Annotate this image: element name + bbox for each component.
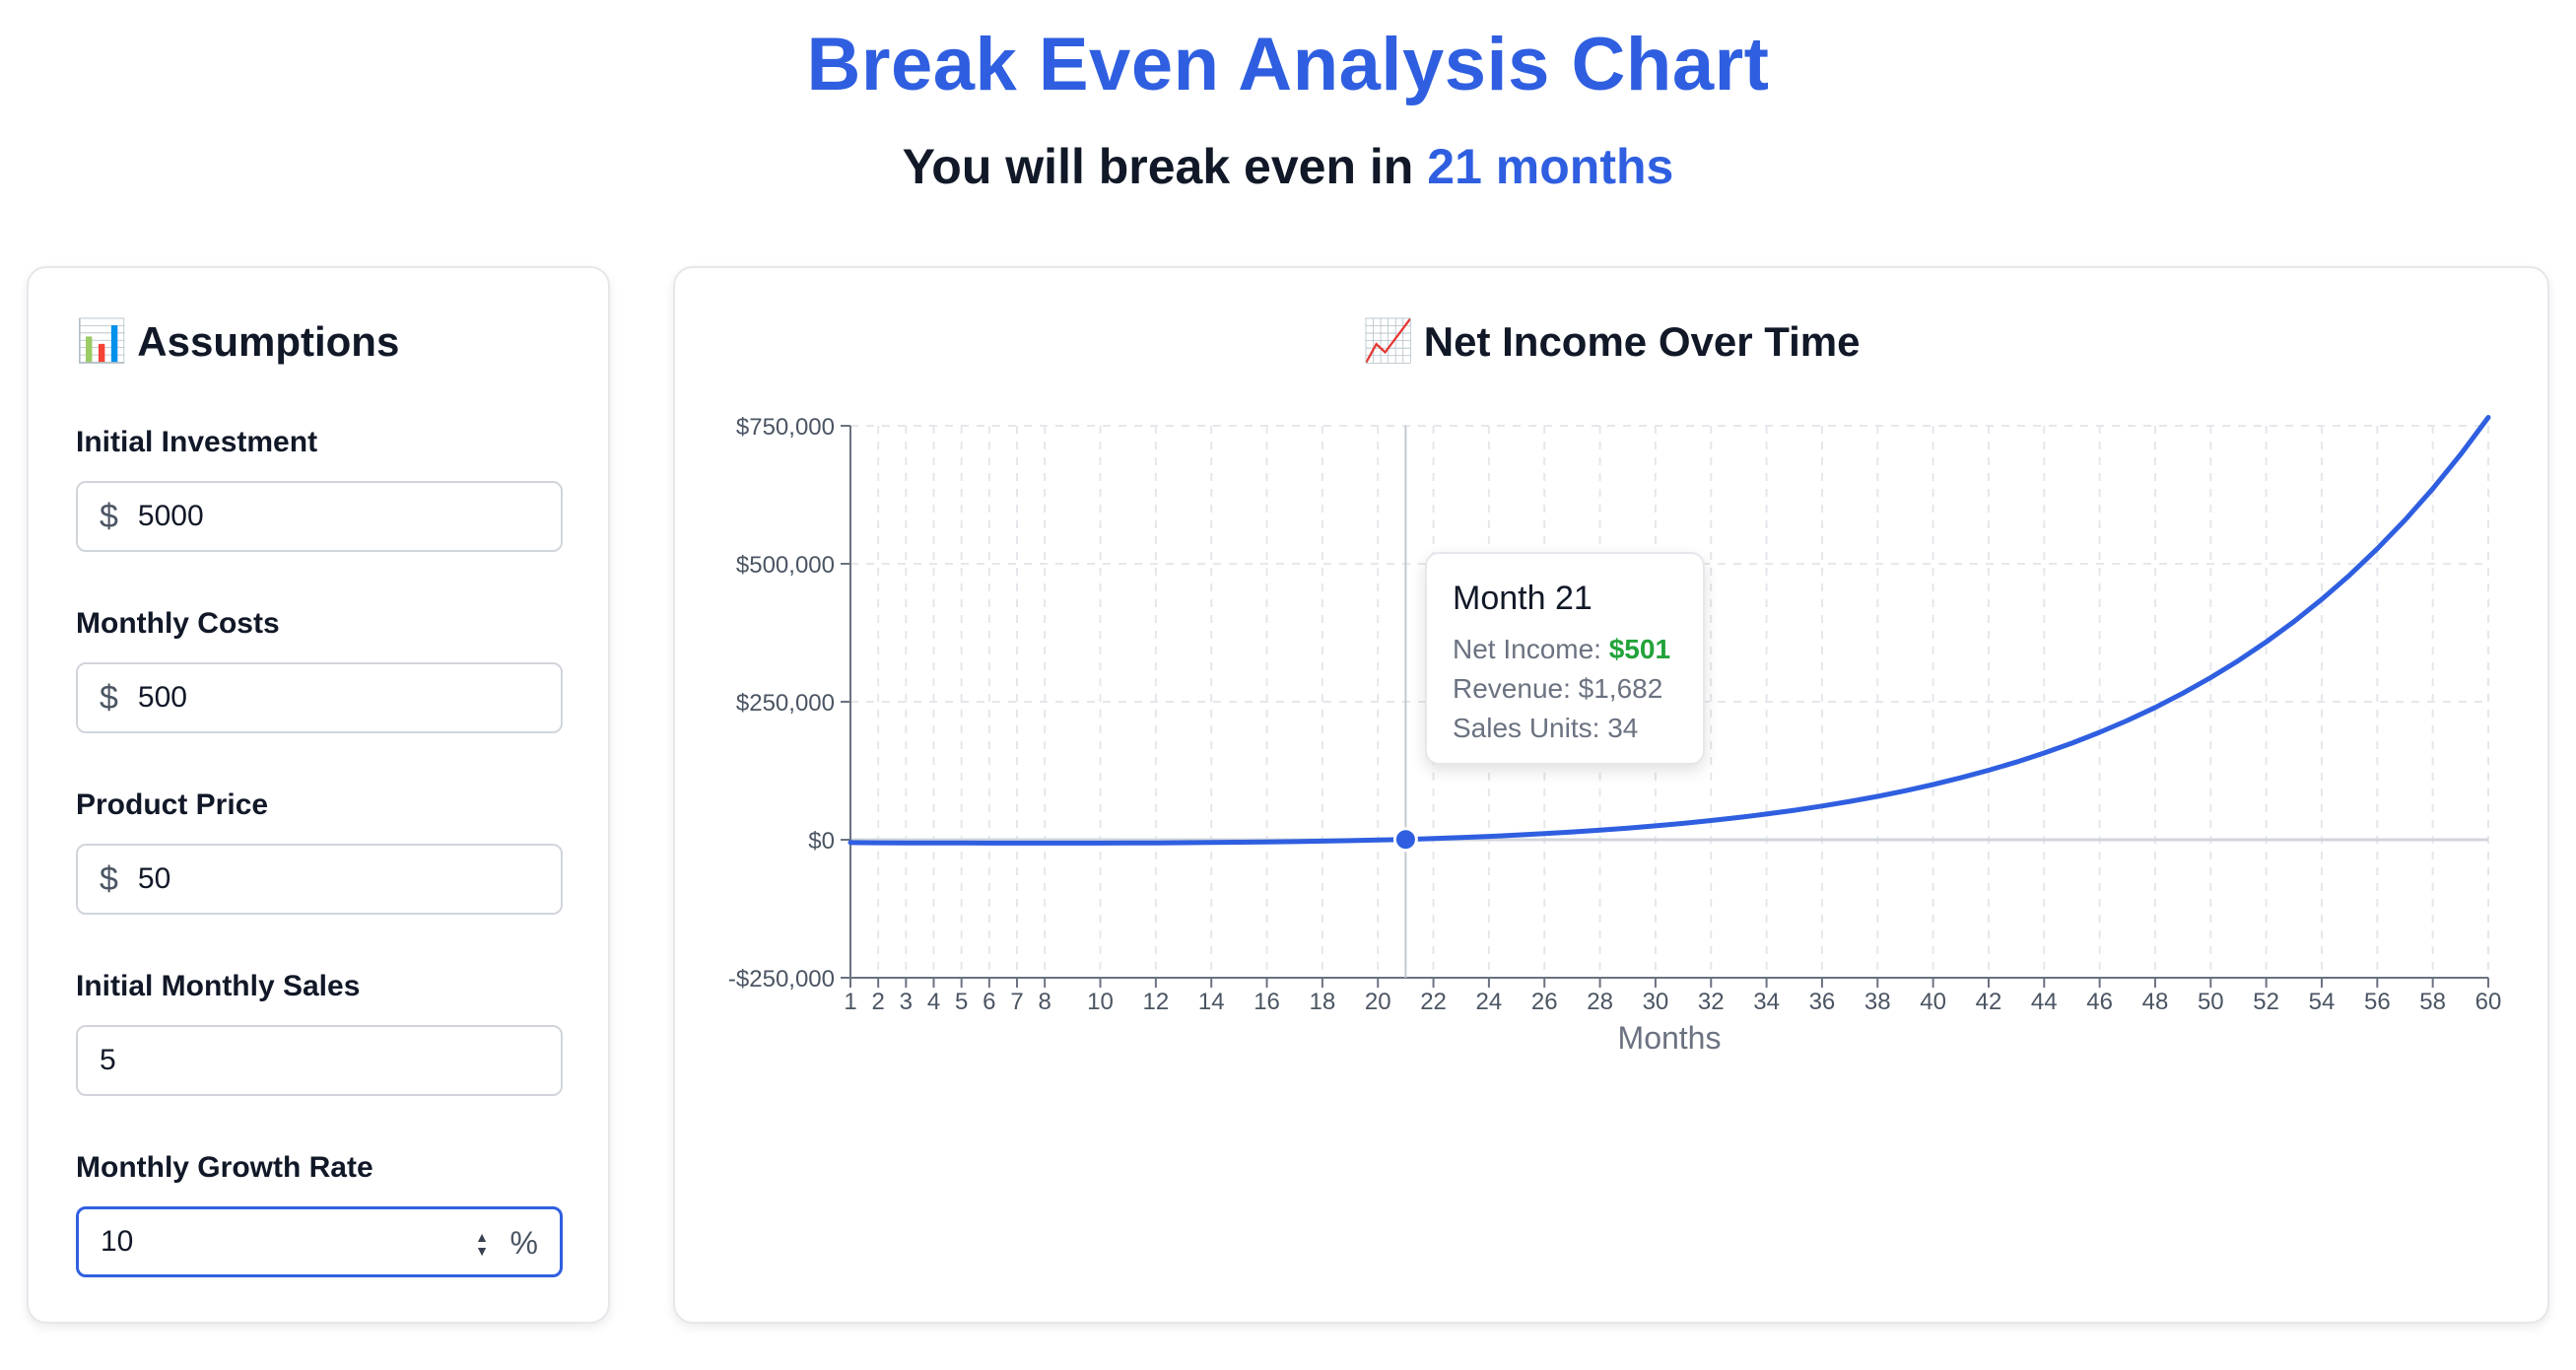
monthly-costs-label: Monthly Costs: [76, 607, 280, 640]
monthly-costs-input[interactable]: $ 500: [76, 662, 563, 733]
x-tick-label: 50: [2198, 989, 2224, 1015]
product-price-label: Product Price: [76, 788, 269, 821]
percent-suffix: %: [509, 1225, 538, 1261]
x-tick-label: 26: [1531, 989, 1558, 1015]
break-even-point: [1392, 827, 1418, 853]
x-tick-label: 4: [927, 989, 940, 1015]
tooltip-sales-units: Sales Units: 34: [1453, 709, 1677, 748]
x-tick-label: 42: [1976, 989, 2002, 1015]
x-tick-label: 22: [1420, 989, 1447, 1015]
x-tick-label: 12: [1143, 989, 1170, 1015]
x-tick-label: 56: [2364, 989, 2391, 1015]
x-tick-label: 38: [1864, 989, 1891, 1015]
x-tick-label: 5: [955, 989, 968, 1015]
tooltip-revenue-value: $1,682: [1578, 673, 1663, 704]
x-tick-label: 18: [1310, 989, 1336, 1015]
x-tick-label: 3: [900, 989, 913, 1015]
x-tick-label: 14: [1198, 989, 1225, 1015]
x-tick-label: 20: [1365, 989, 1391, 1015]
summary-prefix: You will break even in: [902, 139, 1414, 194]
x-tick-label: 36: [1809, 989, 1836, 1015]
y-tick-label: $500,000: [736, 552, 835, 579]
y-tick-label: -$250,000: [728, 966, 835, 993]
page-title: Break Even Analysis Chart: [806, 23, 1770, 106]
monthly-growth-rate-label: Monthly Growth Rate: [76, 1151, 373, 1184]
monthly-growth-rate-value: 10: [101, 1225, 134, 1258]
y-tick-label: $250,000: [736, 690, 835, 717]
x-tick-label: 16: [1254, 989, 1280, 1015]
x-tick-label: 2: [871, 989, 884, 1015]
initial-investment-label: Initial Investment: [76, 426, 318, 458]
tooltip-net-income: Net Income: $501: [1453, 630, 1677, 669]
number-stepper[interactable]: ▲ ▼: [471, 1227, 493, 1261]
x-tick-label: 10: [1087, 989, 1114, 1015]
stepper-down-icon[interactable]: ▼: [475, 1244, 489, 1258]
tooltip-net-income-label: Net Income:: [1453, 634, 1601, 664]
initial-investment-value: 5000: [137, 500, 204, 532]
tooltip-title: Month 21: [1453, 580, 1593, 617]
monthly-costs-value: 500: [137, 681, 187, 714]
x-tick-label: 44: [2031, 989, 2058, 1015]
tooltip-revenue-label: Revenue:: [1453, 673, 1571, 704]
initial-investment-input[interactable]: $ 5000: [76, 481, 563, 552]
break-even-months: 21 months: [1427, 139, 1674, 194]
x-tick-label: 28: [1587, 989, 1613, 1015]
x-tick-label: 58: [2419, 989, 2446, 1015]
x-tick-label: 60: [2475, 989, 2502, 1015]
x-tick-label: 1: [844, 989, 856, 1015]
product-price-value: 50: [137, 862, 171, 895]
tooltip-sales-label: Sales Units:: [1453, 713, 1600, 743]
tooltip-revenue: Revenue: $1,682: [1453, 669, 1677, 709]
assumptions-heading: 📊 Assumptions: [76, 317, 399, 366]
x-tick-label: 8: [1039, 989, 1051, 1015]
x-tick-label: 32: [1698, 989, 1725, 1015]
initial-monthly-sales-input[interactable]: 5: [76, 1025, 563, 1096]
dollar-prefix: $: [100, 859, 118, 898]
chart-tooltip: Month 21 Net Income: $501 Revenue: $1,68…: [1425, 552, 1705, 765]
x-tick-label: 48: [2142, 989, 2169, 1015]
assumptions-heading-label: Assumptions: [137, 317, 400, 365]
assumptions-panel: 📊 Assumptions Initial Investment $ 5000 …: [27, 266, 610, 1324]
x-tick-label: 6: [983, 989, 995, 1015]
break-even-summary: You will break even in 21 months: [0, 138, 2576, 195]
initial-monthly-sales-value: 5: [100, 1044, 116, 1076]
dollar-prefix: $: [100, 678, 118, 717]
y-tick-label: $750,000: [736, 414, 835, 441]
initial-monthly-sales-label: Initial Monthly Sales: [76, 970, 361, 1002]
x-tick-label: 54: [2309, 989, 2336, 1015]
x-tick-label: 24: [1476, 989, 1503, 1015]
x-tick-label: 34: [1753, 989, 1780, 1015]
bar-chart-icon: 📊: [76, 317, 128, 364]
page: Break Even Analysis Chart You will break…: [0, 0, 2576, 1370]
tooltip-sales-value: 34: [1607, 713, 1639, 743]
x-tick-label: 46: [2086, 989, 2113, 1015]
x-tick-label: 30: [1643, 989, 1669, 1015]
y-tick-label: $0: [808, 828, 835, 855]
product-price-input[interactable]: $ 50: [76, 844, 563, 915]
dollar-prefix: $: [100, 497, 118, 535]
tooltip-net-income-value: $501: [1608, 634, 1671, 664]
x-axis-title: Months: [1618, 1020, 1722, 1056]
x-tick-label: 40: [1920, 989, 1946, 1015]
stepper-up-icon[interactable]: ▲: [475, 1230, 489, 1244]
x-tick-label: 7: [1010, 989, 1023, 1015]
x-tick-label: 52: [2253, 989, 2279, 1015]
monthly-growth-rate-input[interactable]: 10 ▲ ▼ %: [76, 1206, 563, 1277]
